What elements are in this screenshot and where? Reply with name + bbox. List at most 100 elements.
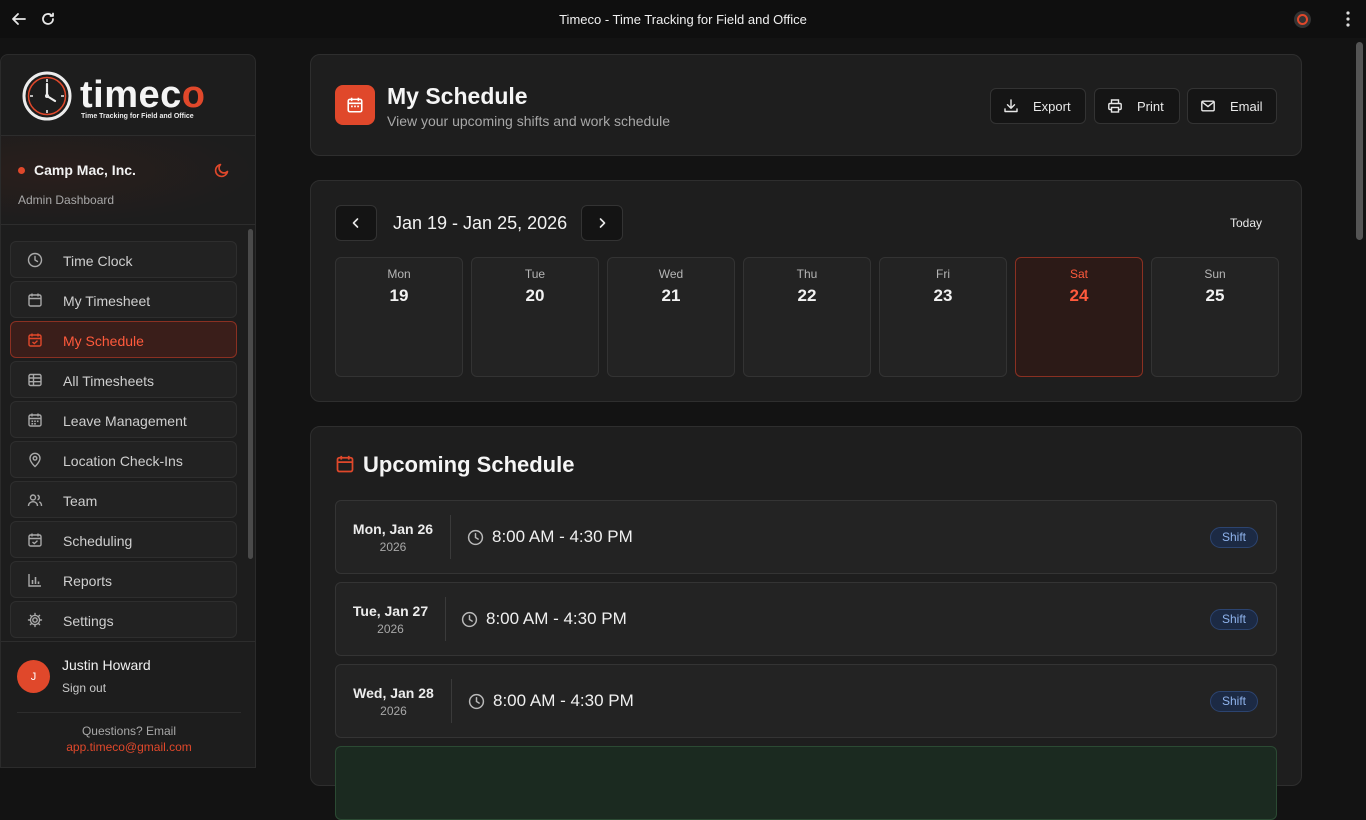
clock-icon: [467, 529, 484, 546]
organization-role: Admin Dashboard: [18, 193, 115, 207]
browser-toolbar: Timeco - Time Tracking for Field and Off…: [0, 0, 1366, 38]
download-icon: [1003, 98, 1019, 114]
printer-icon: [1107, 98, 1123, 114]
sidebar-item-scheduling[interactable]: Scheduling: [10, 521, 237, 558]
sidebar-item-my-schedule[interactable]: My Schedule: [10, 321, 237, 358]
page-subtitle: View your upcoming shifts and work sched…: [387, 113, 671, 129]
section-title: Upcoming Schedule: [363, 452, 575, 477]
clock-icon: [461, 611, 478, 628]
email-label: Email: [1230, 98, 1263, 114]
week-days: Mon 19 Tue 20 Wed 21 Thu 22 Fri 23 Sat 24 Sun 2…: [335, 257, 1287, 377]
gear-icon: [27, 612, 43, 628]
timeco-logo[interactable]: timeco Time Tracking for Field and Offic…: [21, 70, 205, 122]
sidebar-item-label: Reports: [63, 573, 113, 589]
day-cell[interactable]: Wed 21: [607, 257, 735, 377]
reload-icon[interactable]: [38, 9, 58, 29]
chevron-left-icon: [352, 218, 359, 228]
week-navigator-card: Jan 19 - Jan 25, 2026 Today Mon 19 Tue 20 …: [310, 180, 1302, 402]
calendar-icon: [27, 292, 43, 308]
extension-icon[interactable]: [1294, 11, 1311, 28]
day-cell[interactable]: Fri 23: [879, 257, 1007, 377]
page-title: My Schedule: [387, 83, 528, 109]
today-button[interactable]: Today: [1230, 216, 1262, 230]
day-cell[interactable]: Sun 25: [1151, 257, 1279, 377]
sidebar-item-label: My Timesheet: [63, 293, 151, 309]
email-button[interactable]: Email: [1187, 88, 1277, 124]
sidebar-item-label: Team: [63, 493, 98, 509]
page-header-card: My Schedule View your upcoming shifts an…: [310, 54, 1302, 156]
sidebar-item-label: All Timesheets: [63, 373, 155, 389]
shift-date: Mon, Jan 26: [352, 521, 434, 537]
shift-row-partial[interactable]: [335, 746, 1277, 820]
day-cell[interactable]: Tue 20: [471, 257, 599, 377]
sidebar-item-label: Time Clock: [63, 253, 133, 269]
sidebar-item-location-check-ins[interactable]: Location Check-Ins: [10, 441, 237, 478]
shift-date: Tue, Jan 27: [352, 603, 429, 619]
sidebar-item-time-clock[interactable]: Time Clock: [10, 241, 237, 278]
window-title: Timeco - Time Tracking for Field and Off…: [559, 11, 807, 27]
moon-icon[interactable]: [214, 162, 230, 178]
shift-time: 8:00 AM - 4:30 PM: [493, 691, 634, 710]
previous-week-button[interactable]: [335, 205, 377, 241]
shift-year: 2026: [377, 622, 404, 636]
sidebar-item-all-timesheets[interactable]: All Timesheets: [10, 361, 237, 398]
sidebar-item-label: Leave Management: [63, 413, 187, 429]
sign-out-link[interactable]: Sign out: [62, 681, 106, 695]
sidebar-nav: Time Clock My Timesheet My Schedule All …: [10, 241, 237, 641]
shift-badge: Shift: [1210, 527, 1259, 548]
logo-wordmark: timeco: [80, 74, 206, 116]
sidebar-item-settings[interactable]: Settings: [10, 601, 237, 638]
calendar-grid-icon: [27, 412, 43, 428]
organization-panel: Camp Mac, Inc. Admin Dashboard: [1, 136, 255, 224]
day-cell-selected[interactable]: Sat 24: [1015, 257, 1143, 377]
help-text: Questions? Email: [81, 724, 177, 738]
day-cell[interactable]: Mon 19: [335, 257, 463, 377]
page-scrollbar[interactable]: [1356, 42, 1363, 240]
print-button[interactable]: Print: [1094, 88, 1180, 124]
avatar: J: [17, 660, 50, 693]
calendar-check-icon: [27, 332, 43, 348]
day-cell[interactable]: Thu 22: [743, 257, 871, 377]
export-label: Export: [1033, 98, 1071, 114]
sidebar-scrollbar[interactable]: [248, 229, 253, 559]
table-icon: [27, 372, 43, 388]
back-icon[interactable]: [9, 9, 29, 29]
organization-name: Camp Mac, Inc.: [34, 162, 136, 178]
calendar-check-icon: [27, 532, 43, 548]
user-panel: J Justin Howard Sign out Questions? Emai…: [1, 641, 255, 767]
shift-badge: Shift: [1210, 691, 1259, 712]
clock-icon: [27, 252, 43, 268]
export-button[interactable]: Export: [990, 88, 1086, 124]
sidebar-item-label: Scheduling: [63, 533, 133, 549]
status-dot: [18, 167, 25, 174]
sidebar-item-leave-management[interactable]: Leave Management: [10, 401, 237, 438]
user-name: Justin Howard: [62, 657, 151, 673]
upcoming-schedule-card: Upcoming Schedule Mon, Jan 26 2026 8:00 …: [310, 426, 1302, 820]
shift-time: 8:00 AM - 4:30 PM: [492, 527, 633, 546]
calendar-icon: [335, 85, 375, 125]
sidebar: timeco Time Tracking for Field and Offic…: [0, 54, 256, 768]
sidebar-item-label: Settings: [63, 613, 114, 629]
users-icon: [27, 492, 43, 508]
next-week-button[interactable]: [581, 205, 623, 241]
help-email-link[interactable]: app.timeco@gmail.com: [1, 740, 255, 754]
sidebar-item-label: My Schedule: [63, 333, 144, 349]
shift-row[interactable]: Mon, Jan 26 2026 8:00 AM - 4:30 PM Shift: [335, 500, 1277, 574]
shift-row[interactable]: Tue, Jan 27 2026 8:00 AM - 4:30 PM Shift: [335, 582, 1277, 656]
map-pin-icon: [27, 452, 43, 468]
shift-badge: Shift: [1210, 609, 1259, 630]
clock-icon: [468, 693, 485, 710]
sidebar-item-reports[interactable]: Reports: [10, 561, 237, 598]
sidebar-item-team[interactable]: Team: [10, 481, 237, 518]
bar-chart-icon: [27, 572, 43, 588]
print-label: Print: [1137, 98, 1164, 114]
shift-date: Wed, Jan 28: [353, 685, 434, 701]
shift-year: 2026: [380, 704, 407, 718]
more-options-icon[interactable]: [1340, 10, 1356, 28]
shift-year: 2026: [379, 540, 407, 554]
sidebar-item-my-timesheet[interactable]: My Timesheet: [10, 281, 237, 318]
calendar-icon: [335, 454, 355, 474]
clock-logo-icon: [22, 71, 72, 121]
shift-row[interactable]: Wed, Jan 28 2026 8:00 AM - 4:30 PM Shift: [335, 664, 1277, 738]
logo-tagline: Time Tracking for Field and Office: [81, 113, 194, 120]
